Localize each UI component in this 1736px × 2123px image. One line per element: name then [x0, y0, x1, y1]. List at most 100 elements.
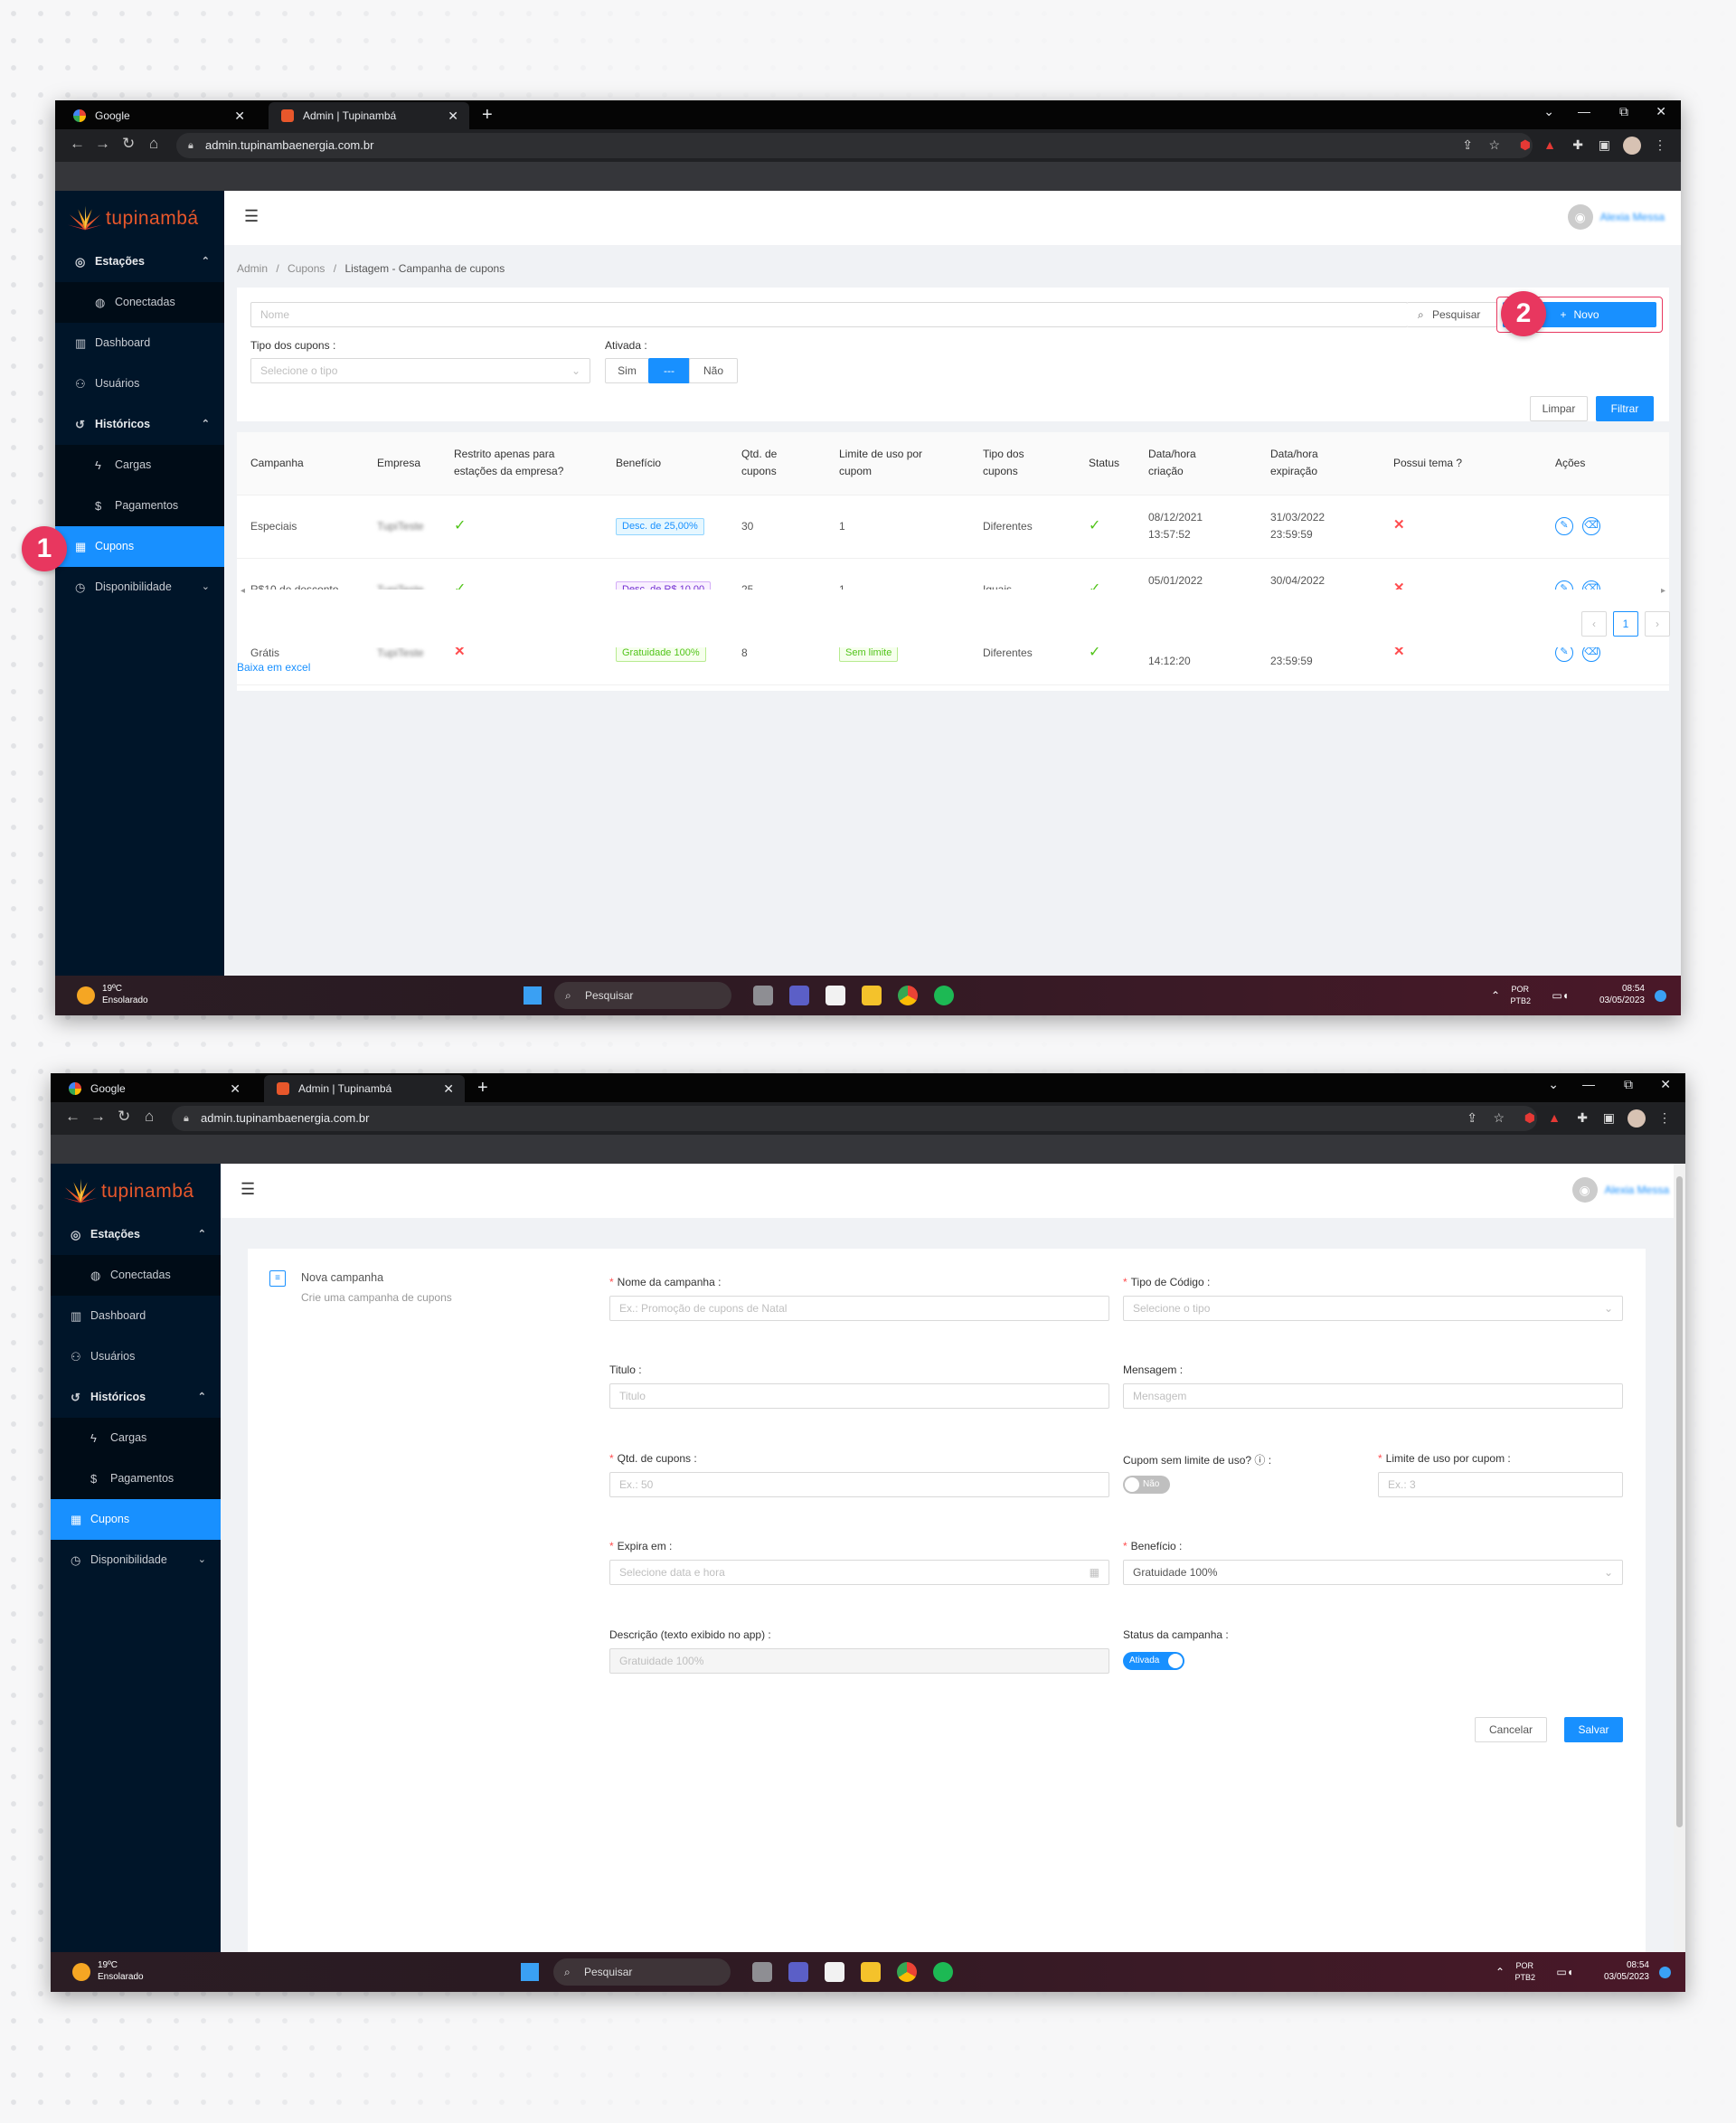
pagination-page[interactable]: 1: [1613, 611, 1638, 637]
forward-icon[interactable]: →: [95, 135, 110, 153]
restore-icon[interactable]: ⧉: [1624, 1077, 1633, 1092]
sidebar-item-disponibilidade[interactable]: ◷ Disponibilidade ⌄: [55, 567, 224, 608]
active-option-sim[interactable]: Sim: [605, 358, 649, 383]
chevron-up-icon[interactable]: ⌃: [1491, 976, 1500, 1015]
extension-red-icon[interactable]: ⬢: [1520, 137, 1531, 153]
menu-fold-icon[interactable]: ☰: [244, 207, 259, 226]
title-input[interactable]: Titulo: [609, 1383, 1109, 1409]
benefit-select[interactable]: Gratuidade 100% ⌄: [1123, 1560, 1623, 1585]
chrome-icon[interactable]: [898, 986, 918, 1005]
folder-icon[interactable]: [861, 1962, 881, 1982]
horizontal-scrollbar[interactable]: [241, 694, 1665, 702]
sidebar-item-cargas[interactable]: ϟ Cargas: [55, 445, 224, 486]
scroll-track[interactable]: ◂ ▸: [237, 586, 1669, 599]
sidebar-item-usuarios[interactable]: ⚇ Usuários: [55, 363, 224, 404]
logo[interactable]: tupinambá: [63, 1176, 194, 1207]
sidepanel-icon[interactable]: ▣: [1603, 1110, 1615, 1126]
clear-button[interactable]: Limpar: [1530, 396, 1588, 421]
reload-icon[interactable]: ↻: [122, 135, 135, 153]
sidebar-item-dashboard[interactable]: ▥ Dashboard: [51, 1296, 221, 1336]
extension-red-icon[interactable]: ⬢: [1524, 1110, 1535, 1126]
sidebar-item-estacoes[interactable]: ◎ Estações ⌃: [55, 241, 224, 282]
close-icon[interactable]: ✕: [234, 102, 245, 129]
share-icon[interactable]: ⇪: [1467, 1110, 1477, 1126]
profile-icon[interactable]: [1628, 1109, 1646, 1128]
lang-2[interactable]: PTB2: [1510, 981, 1531, 1015]
minimize-icon[interactable]: —: [1582, 1077, 1595, 1091]
breadcrumb-admin[interactable]: Admin: [237, 262, 268, 275]
th-campanha[interactable]: Campanha: [250, 455, 304, 472]
export-excel-link[interactable]: Baixa em excel: [237, 661, 310, 674]
pdf-extension-icon[interactable]: ▲: [1548, 1110, 1561, 1125]
spotify-icon[interactable]: [933, 1962, 953, 1982]
home-icon[interactable]: ⌂: [149, 135, 158, 153]
folder-icon[interactable]: [862, 986, 882, 1005]
chevron-down-icon[interactable]: ⌄: [1548, 1077, 1559, 1092]
quantity-input[interactable]: Ex.: 50: [609, 1472, 1109, 1497]
minimize-icon[interactable]: —: [1578, 104, 1590, 118]
sidebar-item-disponibilidade[interactable]: ◷ Disponibilidade ⌄: [51, 1540, 221, 1580]
page-scrollbar[interactable]: [1674, 1164, 1685, 1952]
sidebar-item-historicos[interactable]: ↺ Históricos ⌃: [51, 1377, 221, 1418]
sidebar-item-dashboard[interactable]: ▥ Dashboard: [55, 323, 224, 363]
cancel-button[interactable]: Cancelar: [1475, 1717, 1547, 1742]
close-icon[interactable]: ✕: [448, 102, 458, 129]
usage-limit-input[interactable]: Ex.: 3: [1378, 1472, 1623, 1497]
sidebar-item-conectadas[interactable]: ◍ Conectadas: [55, 282, 224, 323]
lang-2[interactable]: PTB2: [1514, 1958, 1535, 1992]
close-icon[interactable]: ✕: [230, 1075, 241, 1102]
menu-dots-icon[interactable]: ⋮: [1658, 1110, 1671, 1126]
back-icon[interactable]: ←: [65, 1108, 80, 1126]
star-icon[interactable]: ☆: [1493, 1110, 1505, 1126]
menu-fold-icon[interactable]: ☰: [241, 1180, 255, 1199]
save-button[interactable]: Salvar: [1564, 1717, 1623, 1742]
sidebar-item-pagamentos[interactable]: $ Pagamentos: [51, 1458, 221, 1499]
expiry-datetime-input[interactable]: Selecione data e hora ▦: [609, 1560, 1109, 1585]
chevron-up-icon[interactable]: ⌃: [1495, 1952, 1505, 1992]
sidebar-item-cargas[interactable]: ϟ Cargas: [51, 1418, 221, 1458]
pagination-prev[interactable]: ‹: [1581, 611, 1607, 637]
search-button[interactable]: ⌕ Pesquisar: [1407, 302, 1497, 327]
campaign-status-toggle[interactable]: Ativada: [1123, 1652, 1184, 1670]
tab-google[interactable]: Google ✕: [56, 1075, 251, 1102]
puzzle-icon[interactable]: ✚: [1572, 137, 1583, 153]
tab-admin[interactable]: Admin | Tupinambá ✕: [264, 1075, 465, 1102]
chevron-down-icon[interactable]: ⌄: [1543, 104, 1554, 119]
teams-icon[interactable]: [789, 986, 809, 1005]
breadcrumb-cupons[interactable]: Cupons: [288, 262, 325, 275]
th-tema[interactable]: Possui tema ?: [1393, 455, 1462, 472]
windows-start-icon[interactable]: [524, 986, 542, 1005]
description-input[interactable]: Gratuidade 100%: [609, 1648, 1109, 1674]
new-tab-icon[interactable]: +: [477, 1075, 488, 1100]
edit-icon[interactable]: ✎: [1555, 517, 1573, 535]
address-bar[interactable]: 🔒︎ admin.tupinambaenergia.com.br: [176, 133, 1533, 158]
sidebar-item-cupons[interactable]: ▦ Cupons: [55, 526, 224, 567]
th-empresa[interactable]: Empresa: [377, 455, 420, 472]
share-icon[interactable]: ⇪: [1462, 137, 1473, 153]
notification-icon[interactable]: [1659, 1967, 1671, 1978]
store-icon[interactable]: [826, 986, 845, 1005]
scrollbar-thumb[interactable]: [1676, 1176, 1683, 1827]
clock-date[interactable]: 03/05/2023: [1590, 981, 1645, 1015]
tab-admin[interactable]: Admin | Tupinambá ✕: [269, 102, 469, 129]
star-icon[interactable]: ☆: [1488, 137, 1500, 153]
sidebar-item-cupons[interactable]: ▦ Cupons: [51, 1499, 221, 1540]
coupon-type-select[interactable]: Selecione o tipo ⌄: [250, 358, 590, 383]
pdf-extension-icon[interactable]: ▲: [1543, 137, 1556, 152]
network-volume-icon[interactable]: ▭◖: [1552, 976, 1569, 1015]
active-option-nao[interactable]: Não: [689, 358, 738, 383]
user-menu[interactable]: ◉ Alexia Messa: [1571, 1176, 1669, 1203]
forward-icon[interactable]: →: [90, 1108, 106, 1126]
taskbar-search[interactable]: ⌕ Pesquisar: [553, 1958, 731, 1986]
close-icon[interactable]: ✕: [443, 1075, 454, 1102]
reload-icon[interactable]: ↻: [118, 1108, 130, 1126]
tab-google[interactable]: Google ✕: [61, 102, 256, 129]
th-beneficio[interactable]: Benefício: [616, 455, 661, 472]
sidebar-item-usuarios[interactable]: ⚇ Usuários: [51, 1336, 221, 1377]
taskbar-search[interactable]: ⌕ Pesquisar: [554, 982, 731, 1009]
th-status[interactable]: Status: [1089, 455, 1119, 472]
clock-date[interactable]: 03/05/2023: [1595, 1958, 1649, 1992]
back-icon[interactable]: ←: [70, 135, 85, 153]
delete-icon[interactable]: ⌫: [1582, 517, 1600, 535]
user-menu[interactable]: ◉ Alexia Messa: [1567, 203, 1665, 231]
